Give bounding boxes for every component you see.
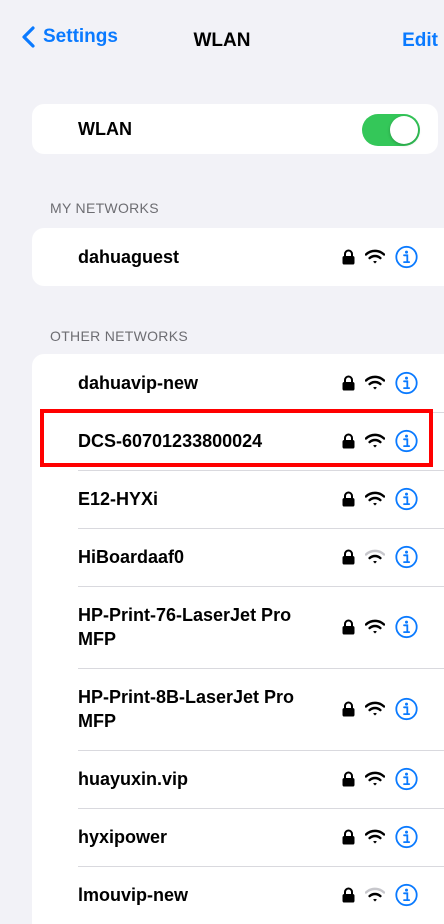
edit-button[interactable]: Edit [402,30,438,52]
network-status-icons [342,767,418,791]
network-row[interactable]: hyxipower [32,808,444,866]
info-icon[interactable] [395,767,418,791]
network-status-icons [342,883,418,907]
network-row[interactable]: DCS-60701233800024 [32,412,444,470]
network-status-icons [342,697,418,721]
network-row[interactable]: dahuaguest [32,228,444,286]
wlan-toggle-row: WLAN [32,104,438,154]
info-icon[interactable] [395,545,418,569]
lock-icon [342,887,355,903]
network-row[interactable]: E12-HYXi [32,470,444,528]
network-status-icons [342,615,418,639]
wlan-switch[interactable] [362,114,420,146]
network-row[interactable]: huayuxin.vip [32,750,444,808]
info-icon[interactable] [395,371,418,395]
lock-icon [342,249,355,265]
my-networks-header: MY NETWORKS [50,200,159,216]
lock-icon [342,771,355,787]
wifi-icon [365,549,385,565]
page-title: WLAN [193,30,251,51]
info-icon[interactable] [395,615,418,639]
info-icon[interactable] [395,245,418,269]
wifi-icon [365,829,385,845]
lock-icon [342,619,355,635]
network-status-icons [342,825,418,849]
wifi-icon [365,433,385,449]
lock-icon [342,829,355,845]
network-row[interactable]: HP-Print-76-LaserJet Pro MFP [32,586,444,668]
wifi-icon [365,249,385,265]
switch-knob [390,116,418,144]
info-icon[interactable] [395,825,418,849]
network-row[interactable]: HiBoardaaf0 [32,528,444,586]
info-icon[interactable] [395,429,418,453]
network-status-icons [342,429,418,453]
network-row[interactable]: HP-Print-8B-LaserJet Pro MFP [32,668,444,750]
lock-icon [342,375,355,391]
info-icon[interactable] [395,883,418,907]
network-status-icons [342,545,418,569]
info-icon[interactable] [395,697,418,721]
other-networks-list: dahuavip-new DCS-60701233800024 E12-HYXi Hi… [32,354,444,924]
network-status-icons [342,487,418,511]
my-networks-list: dahuaguest [32,228,444,286]
network-status-icons [342,371,418,395]
wifi-icon [365,701,385,717]
network-status-icons [342,245,418,269]
lock-icon [342,491,355,507]
lock-icon [342,433,355,449]
lock-icon [342,549,355,565]
wlan-toggle-card: WLAN [32,104,438,154]
wifi-icon [365,375,385,391]
wifi-icon [365,619,385,635]
wifi-icon [365,771,385,787]
network-row[interactable]: lmouvip-new [32,866,444,924]
other-networks-header: OTHER NETWORKS [50,328,188,344]
network-row[interactable]: dahuavip-new [32,354,444,412]
lock-icon [342,701,355,717]
info-icon[interactable] [395,487,418,511]
wifi-icon [365,887,385,903]
navigation-bar: Settings WLAN Edit [0,0,444,80]
wifi-icon [365,491,385,507]
